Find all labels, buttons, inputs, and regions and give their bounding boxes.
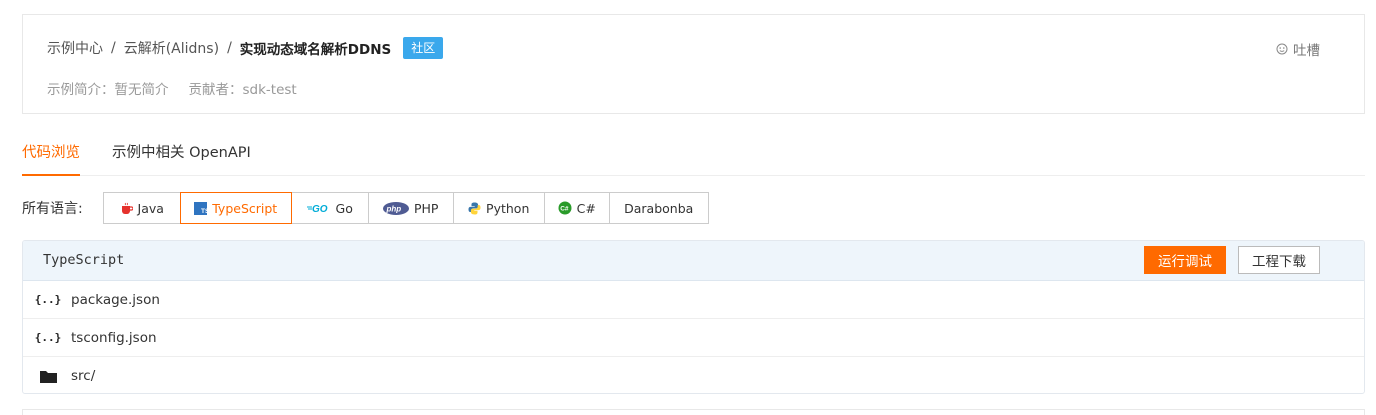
go-icon: GO (306, 202, 331, 214)
file-item[interactable]: {..} package.json (23, 281, 1364, 319)
language-darabonba-button[interactable]: Darabonba (608, 192, 709, 224)
svg-text:TS: TS (201, 208, 207, 215)
json-file-icon: {..} (34, 293, 62, 306)
file-item[interactable]: {..} tsconfig.json (23, 319, 1364, 357)
language-java-label: Java (137, 200, 164, 216)
language-python-label: Python (486, 200, 530, 216)
folder-item[interactable]: src/ (23, 357, 1364, 393)
svg-text:C#: C# (560, 206, 569, 213)
php-icon: php (382, 201, 409, 215)
python-icon (468, 202, 481, 215)
file-browser-header: TypeScript 运行调试 工程下载 (23, 241, 1364, 281)
folder-icon (39, 370, 57, 383)
language-python-button[interactable]: Python (452, 192, 545, 224)
language-go-button[interactable]: GO Go (290, 192, 369, 224)
breadcrumb: 示例中心 / 云解析(Alidns) / 实现动态域名解析DDNS 社区 (47, 37, 444, 59)
feedback-button[interactable]: 吐槽 (1276, 39, 1320, 59)
breadcrumb-alidns[interactable]: 云解析(Alidns) (124, 38, 219, 58)
language-button-group: Java TS TypeScript GO Go php PHP Python (102, 192, 709, 224)
language-label: 所有语言: (22, 201, 83, 217)
tab-related-openapi[interactable]: 示例中相关 OpenAPI (112, 134, 251, 176)
svg-text:GO: GO (312, 204, 328, 214)
example-contributor: 贡献者：sdk-test (188, 82, 297, 98)
breadcrumb-separator: / (111, 40, 116, 56)
language-csharp-label: C# (576, 200, 596, 216)
breadcrumb-separator: / (227, 40, 232, 56)
language-php-button[interactable]: php PHP (367, 192, 454, 224)
example-header-card: 示例中心 / 云解析(Alidns) / 实现动态域名解析DDNS 社区 吐槽 … (22, 14, 1365, 114)
file-name: package.json (71, 291, 160, 308)
language-darabonba-label: Darabonba (624, 200, 694, 216)
java-icon (120, 202, 133, 215)
language-go-label: Go (335, 200, 353, 216)
csharp-icon: C# (558, 201, 572, 215)
folder-name: src/ (71, 368, 96, 384)
community-badge: 社区 (403, 37, 444, 59)
language-php-label: PHP (413, 200, 439, 216)
language-typescript-button[interactable]: TS TypeScript (179, 192, 292, 224)
language-typescript-label: TypeScript (212, 200, 278, 216)
language-java-button[interactable]: Java (102, 192, 181, 224)
feedback-label: 吐槽 (1293, 43, 1320, 59)
example-intro: 示例简介：暂无简介 (47, 82, 169, 98)
run-debug-button[interactable]: 运行调试 (1144, 246, 1226, 274)
page-title: 实现动态域名解析DDNS (239, 42, 392, 58)
breadcrumb-example-center[interactable]: 示例中心 (47, 38, 103, 58)
json-file-icon: {..} (34, 331, 62, 344)
file-browser-title: TypeScript (43, 252, 125, 268)
typescript-icon: TS (194, 201, 208, 215)
next-panel-edge (22, 409, 1365, 415)
tab-bar: 代码浏览 示例中相关 OpenAPI (22, 134, 1365, 176)
tab-code-browse[interactable]: 代码浏览 (22, 134, 80, 176)
file-browser: TypeScript 运行调试 工程下载 {..} package.json {… (22, 240, 1365, 394)
svg-text:php: php (385, 204, 401, 213)
language-csharp-button[interactable]: C# C# (543, 192, 610, 224)
file-name: tsconfig.json (71, 329, 157, 346)
example-meta: 示例简介：暂无简介 贡献者：sdk-test (47, 78, 317, 98)
language-selector: 所有语言: Java TS TypeScript GO Go php PHP (22, 192, 709, 224)
smiley-icon (1276, 43, 1288, 55)
download-project-button[interactable]: 工程下载 (1238, 246, 1320, 274)
